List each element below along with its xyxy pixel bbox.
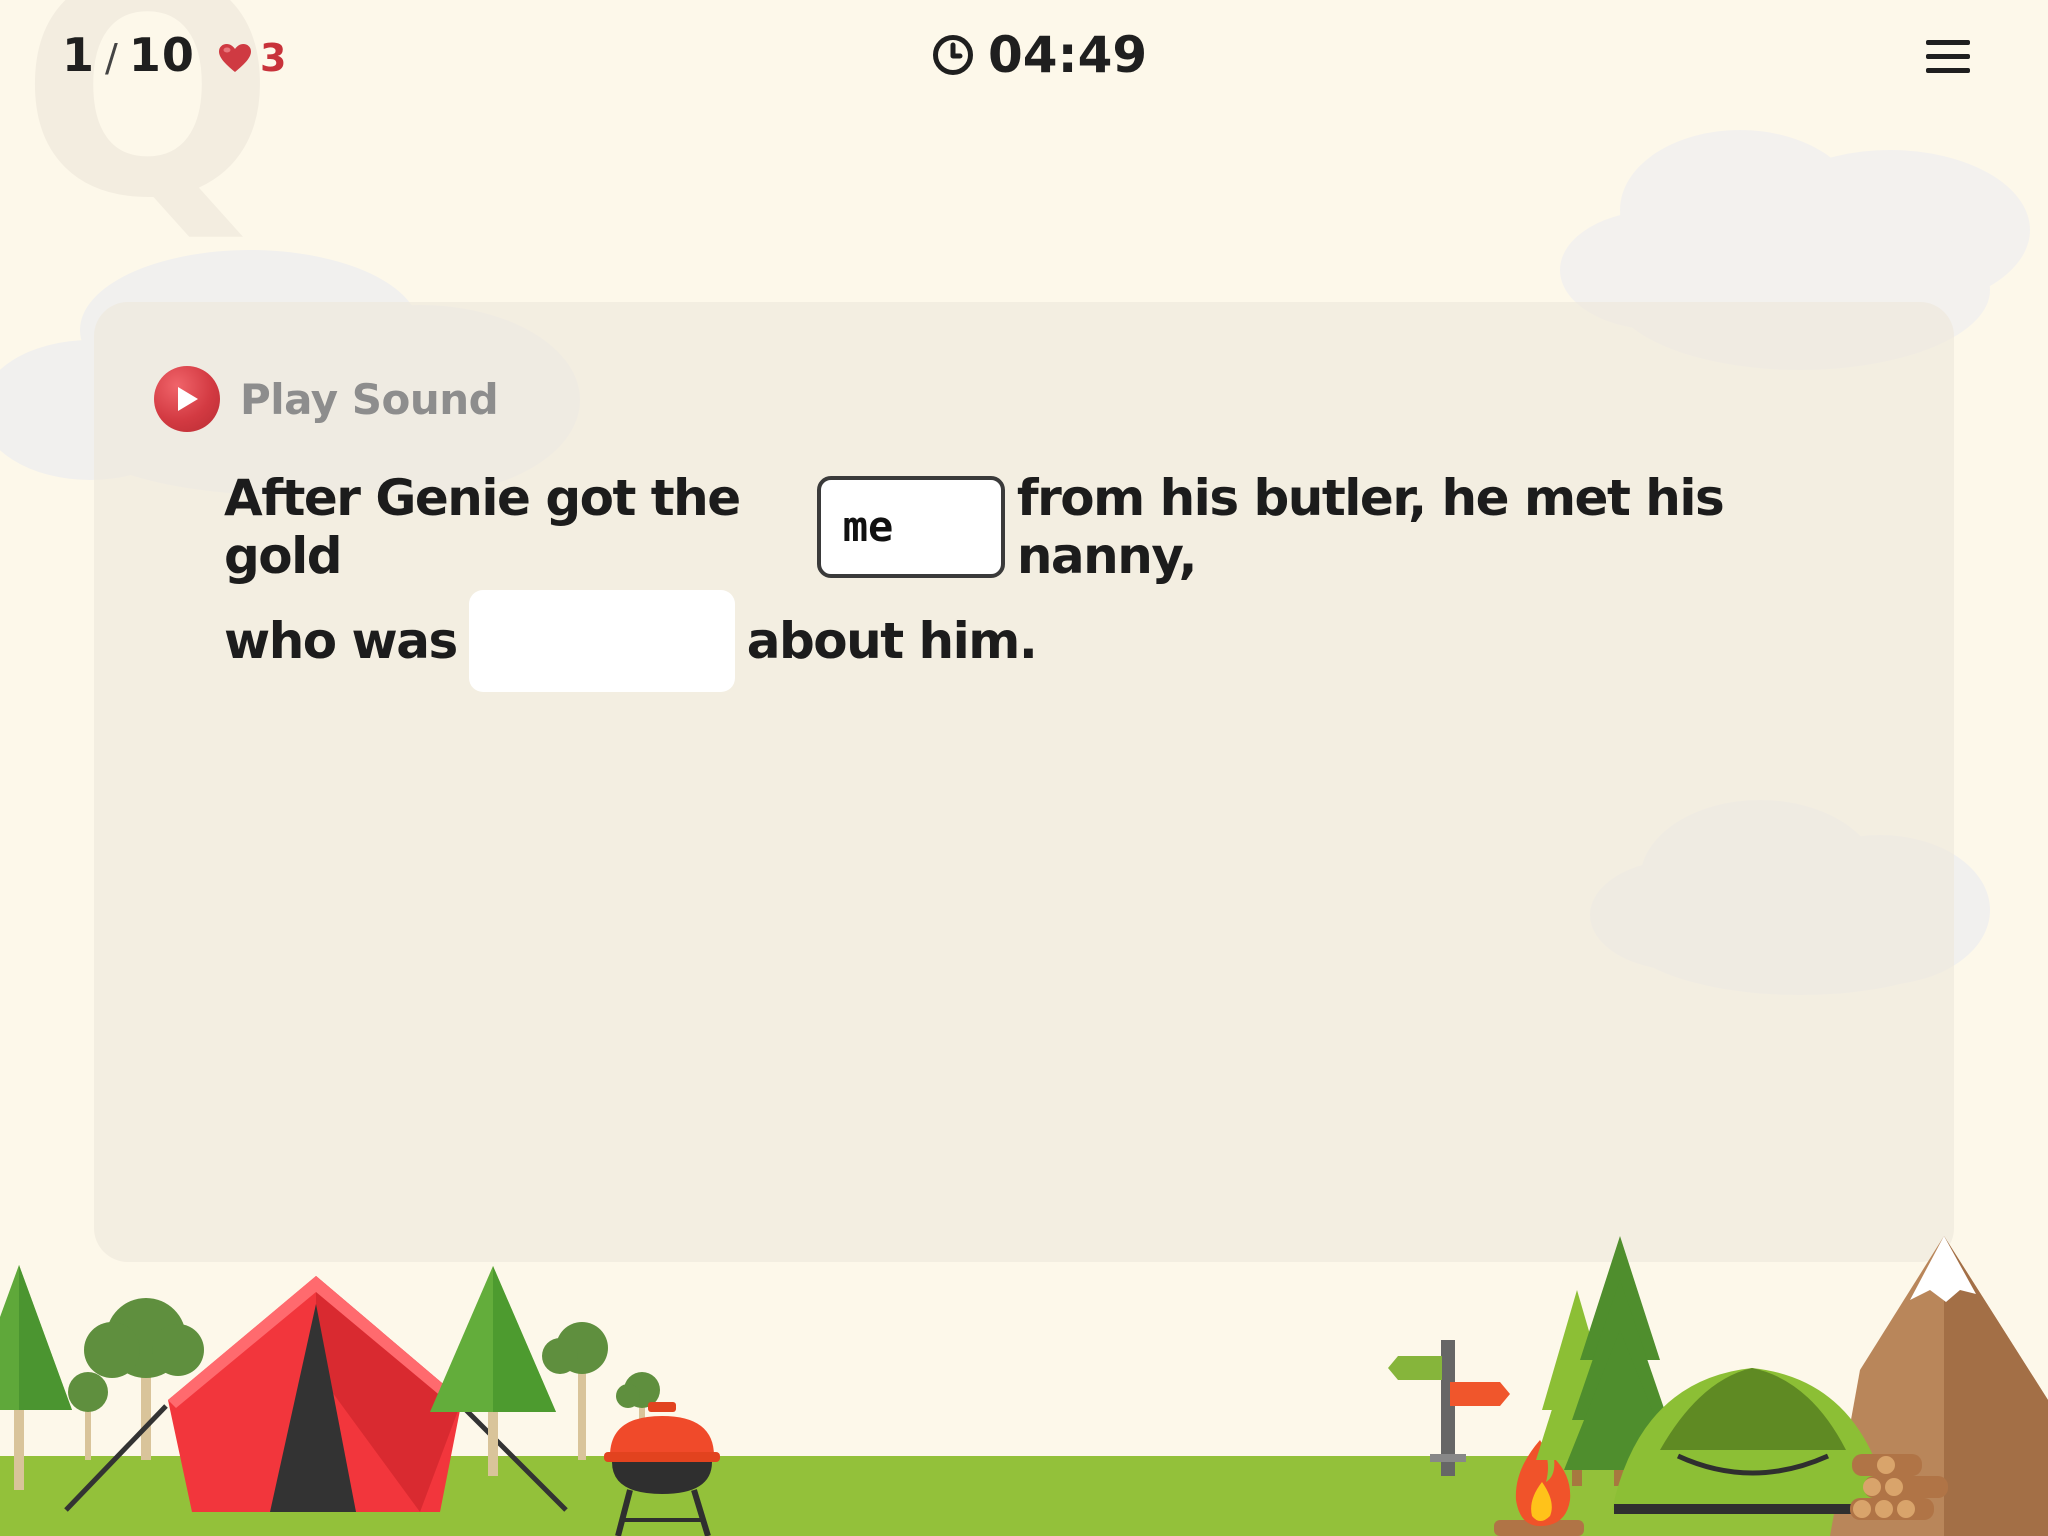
sentence-text: After Genie got the gold xyxy=(224,469,741,585)
progress-separator: / xyxy=(105,36,119,80)
clock-icon xyxy=(933,35,973,75)
sentence-text: about him. xyxy=(746,612,1038,670)
sentence-line-2: who was about him. xyxy=(224,584,1824,698)
sentence-text: from his butler, he met his nanny, xyxy=(1016,469,1725,585)
progress-current: 1 xyxy=(62,28,96,82)
lives-counter: 3 xyxy=(218,36,286,80)
heart-icon xyxy=(219,44,251,72)
timer-value: 04:49 xyxy=(988,26,1148,84)
progress-total: 10 xyxy=(128,28,195,82)
lives-count: 3 xyxy=(260,36,287,80)
question-progress: 1/10 xyxy=(62,28,195,82)
signpost-icon xyxy=(1388,1340,1510,1476)
play-circle-icon xyxy=(154,366,220,432)
sentence-line-1: After Genie got the gold me from his but… xyxy=(224,469,1824,585)
fill-in-sentence: After Genie got the gold me from his but… xyxy=(224,469,1824,698)
play-sound-label: Play Sound xyxy=(240,374,499,424)
play-sound-button[interactable]: Play Sound xyxy=(154,366,499,432)
game-screen: Q 1/10 3 04:49 Play Sound After Genie go… xyxy=(0,0,2048,1536)
sentence-text: who was xyxy=(224,612,458,670)
question-card xyxy=(94,302,1954,1262)
campsite-illustration xyxy=(0,1236,2048,1536)
answer-blank-1[interactable]: me xyxy=(816,476,1005,578)
countdown-timer: 04:49 xyxy=(932,26,1147,84)
answer-blank-2[interactable] xyxy=(468,590,735,692)
hamburger-menu-icon[interactable] xyxy=(1926,40,1970,80)
